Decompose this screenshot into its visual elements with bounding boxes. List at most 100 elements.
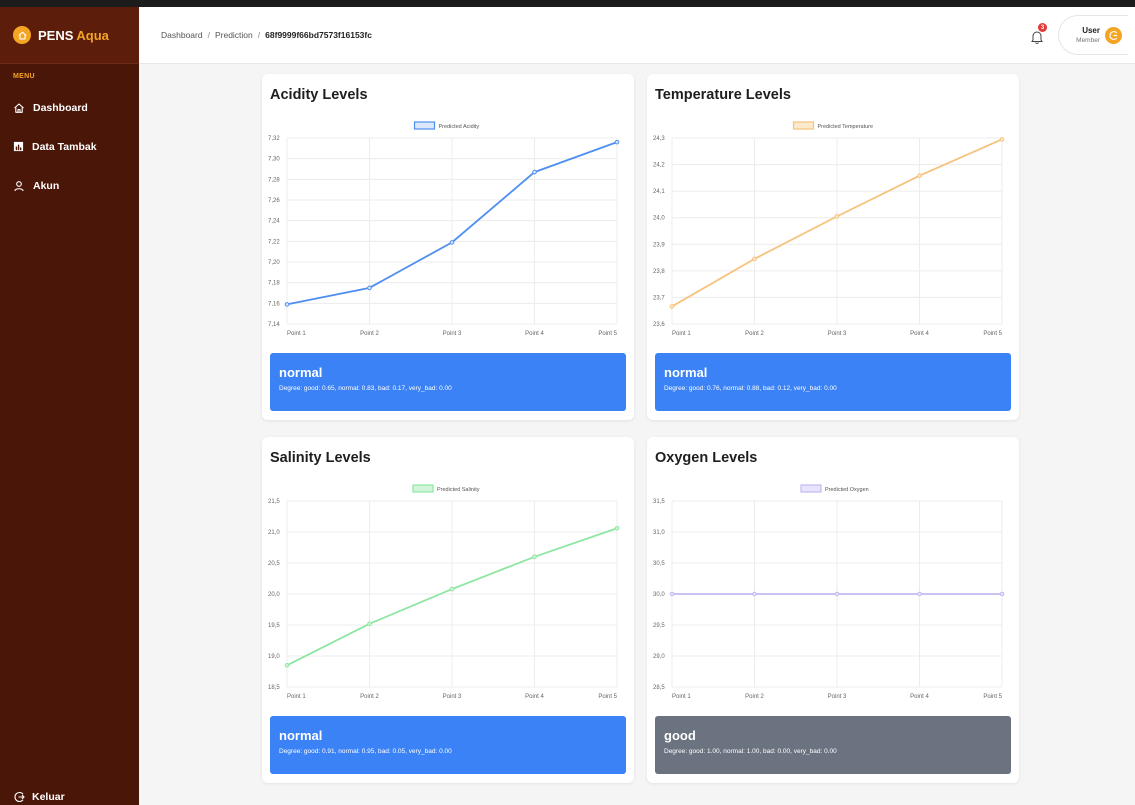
y-tick-label: 23,8 [653, 269, 665, 275]
acidity-card: Acidity Levels Predicted Acidity 7,32 7,30… [262, 74, 634, 420]
brand-name: PENS [38, 27, 74, 43]
y-tick-label: 23,9 [653, 242, 665, 248]
y-tick-label: 7,30 [268, 157, 280, 163]
avatar-logo-icon [1109, 30, 1118, 40]
brand[interactable]: PENS Aqua [0, 7, 139, 64]
status-panel: normal Degree: good: 0.65, normal: 0.83,… [270, 353, 626, 411]
sidebar-item-akun[interactable]: Akun [0, 166, 139, 205]
x-tick-label: Point 1 [672, 694, 691, 700]
y-tick-label: 7,28 [268, 177, 280, 183]
sidebar-item-label: Data Tambak [32, 140, 97, 153]
home-logo-icon [13, 26, 31, 44]
x-tick-label: Point 2 [360, 694, 379, 700]
home-icon [14, 102, 24, 113]
sidebar-item-dashboard[interactable]: Dashboard [0, 88, 139, 127]
data-point[interactable] [449, 240, 455, 245]
chart-legend[interactable]: Predicted Temperature [792, 121, 874, 130]
data-point[interactable] [752, 591, 757, 597]
y-tick-label: 7,22 [268, 239, 280, 245]
y-tick-label: 20,5 [268, 561, 280, 567]
user-icon [14, 180, 24, 191]
notification-bell-button[interactable]: 3 [1030, 23, 1047, 45]
user-role: Member [1076, 37, 1100, 44]
data-point[interactable] [449, 586, 455, 592]
y-tick-label: 24,1 [653, 189, 665, 195]
menu-title: MENU [13, 73, 35, 80]
data-point[interactable] [614, 139, 620, 145]
data-point[interactable] [999, 137, 1005, 142]
card-title: Temperature Levels [655, 87, 791, 103]
y-tick-label: 31,0 [653, 530, 665, 536]
data-point[interactable] [834, 591, 840, 597]
y-tick-label: 30,5 [653, 561, 665, 567]
data-point[interactable] [284, 663, 290, 668]
y-tick-label: 29,5 [653, 623, 665, 629]
chart-legend[interactable]: Predicted Salinity [412, 484, 480, 493]
chart-legend[interactable]: Predicted Acidity [413, 121, 480, 130]
data-point[interactable] [532, 169, 537, 175]
y-tick-label: 24,0 [653, 216, 665, 222]
chart-legend[interactable]: Predicted Oxygen [800, 484, 869, 493]
data-point[interactable] [834, 214, 840, 219]
brand-accent: Aqua [76, 27, 109, 43]
x-tick-label: Point 4 [910, 331, 929, 337]
data-point[interactable] [752, 256, 757, 262]
salinity-chart: Predicted Salinity 21,5 21,0 20,5 20,0 19,5 19… [268, 484, 620, 700]
data-point[interactable] [669, 304, 675, 309]
status-panel: good Degree: good: 1.00, normal: 1.00, b… [655, 716, 1011, 774]
sidebar-nav: Dashboard Data Tambak Akun [0, 88, 139, 205]
degree-text: Degree: good: 0.76, normal: 0.88, bad: 0… [664, 385, 837, 392]
y-tick-label: 28,5 [653, 685, 665, 691]
legend-label: Predicted Temperature [818, 124, 874, 130]
data-point[interactable] [999, 591, 1005, 597]
legend-swatch [800, 484, 822, 493]
legend-swatch [412, 484, 434, 493]
y-tick-label: 7,24 [268, 219, 280, 225]
logout-button[interactable]: Keluar [13, 791, 65, 803]
x-tick-label: Point 3 [828, 694, 847, 700]
legend-swatch [792, 121, 815, 130]
temperature-chart: Predicted Temperature 24,3 24,2 24,1 24,0 23,… [653, 121, 1005, 337]
x-tick-label: Point 2 [745, 694, 764, 700]
x-tick-label: Point 2 [360, 331, 379, 337]
x-tick-label: Point 5 [598, 694, 617, 700]
user-menu[interactable]: User Member [1058, 15, 1128, 55]
data-point[interactable] [917, 591, 922, 597]
y-tick-label: 31,5 [653, 499, 665, 505]
data-point[interactable] [367, 285, 372, 291]
user-name: User [1082, 26, 1100, 35]
breadcrumb-dashboard[interactable]: Dashboard [161, 30, 203, 40]
y-tick-label: 19,5 [268, 623, 280, 629]
x-tick-label: Point 4 [525, 694, 544, 700]
breadcrumb-separator: / [207, 30, 210, 40]
oxygen-chart: Predicted Oxygen 31,5 31,0 30,5 30,0 29,5 29,0… [653, 484, 1005, 700]
y-tick-label: 7,16 [268, 301, 280, 307]
oxygen-card: Oxygen Levels Predicted Oxygen 31,5 31,0 30… [647, 437, 1019, 783]
x-tick-label: Point 5 [983, 331, 1002, 337]
legend-swatch [413, 121, 436, 130]
status-panel: normal Degree: good: 0.91, normal: 0.95,… [270, 716, 626, 774]
sidebar-item-data-tambak[interactable]: Data Tambak [0, 127, 139, 166]
data-point[interactable] [367, 621, 372, 627]
y-tick-label: 24,2 [653, 163, 665, 169]
data-point[interactable] [669, 591, 675, 597]
y-tick-label: 7,20 [268, 260, 280, 266]
breadcrumb-prediction[interactable]: Prediction [215, 30, 253, 40]
status-label: good [664, 728, 696, 743]
y-tick-label: 21,0 [268, 530, 280, 536]
data-point[interactable] [917, 173, 922, 179]
x-tick-label: Point 3 [443, 694, 462, 700]
top-header: Dashboard / Prediction / 68f9999f66bd757… [139, 7, 1135, 64]
sidebar-item-label: Dashboard [33, 101, 88, 114]
x-tick-label: Point 1 [287, 331, 306, 337]
salinity-card: Salinity Levels Predicted Salinity 21,5 21… [262, 437, 634, 783]
y-tick-label: 19,0 [268, 654, 280, 660]
card-title: Salinity Levels [270, 450, 371, 466]
y-tick-label: 23,6 [653, 322, 665, 328]
data-point[interactable] [532, 554, 537, 560]
y-tick-label: 24,3 [653, 136, 665, 142]
data-point[interactable] [284, 302, 290, 307]
x-tick-label: Point 2 [745, 331, 764, 337]
data-point[interactable] [614, 525, 620, 531]
legend-label: Predicted Salinity [437, 487, 480, 493]
